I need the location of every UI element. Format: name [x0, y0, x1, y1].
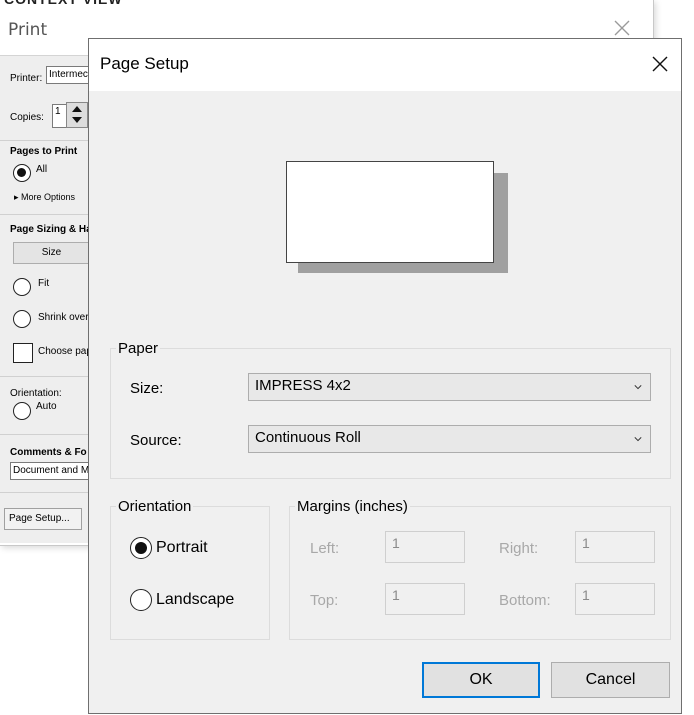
bottom-margin-input[interactable]: 1 [575, 583, 655, 615]
divider [0, 214, 90, 215]
print-top-strip: CONTEXT VIEW OPT [0, 0, 150, 8]
print-settings-panel: Printer: Intermec Copies: 1 Pages to Pri… [0, 55, 92, 543]
page-sizing-header: Page Sizing & Ha [10, 224, 92, 235]
paper-group-label: Paper [116, 340, 161, 357]
paper-size-value: IMPRESS 4x2 [255, 377, 351, 394]
dialog-title: Page Setup [100, 54, 189, 73]
top-margin-input[interactable]: 1 [385, 583, 465, 615]
chevron-down-icon [634, 437, 642, 442]
paper-size-select[interactable]: IMPRESS 4x2 [248, 373, 651, 401]
cancel-button[interactable]: Cancel [551, 662, 670, 698]
copies-label: Copies: [10, 112, 44, 123]
orientation-group-label: Orientation [116, 498, 194, 515]
landscape-label: Landscape [156, 591, 235, 608]
left-margin-label: Left: [310, 540, 340, 557]
divider [0, 434, 90, 435]
right-margin-label: Right: [499, 540, 539, 557]
size-label: Size: [130, 380, 164, 397]
divider [0, 492, 90, 493]
fit-radio[interactable] [13, 278, 31, 296]
left-margin-input[interactable]: 1 [385, 531, 465, 563]
print-dialog-title: Print [8, 20, 48, 40]
printer-label: Printer: [10, 73, 43, 84]
shrink-radio[interactable] [13, 310, 31, 328]
paper-source-select[interactable]: Continuous Roll [248, 425, 651, 453]
divider [0, 140, 90, 141]
pages-to-print-header: Pages to Print [10, 146, 78, 157]
orientation-group [110, 506, 270, 640]
chevron-down-icon [634, 385, 642, 390]
all-pages-radio[interactable] [13, 164, 31, 182]
paper-group [110, 348, 671, 479]
margins-group-label: Margins (inches) [295, 498, 410, 515]
title-bar: Page Setup [89, 39, 681, 91]
landscape-radio[interactable] [130, 589, 152, 611]
comments-select[interactable]: Document and M [10, 462, 90, 480]
auto-orientation-radio[interactable] [13, 402, 31, 420]
page-setup-dialog: Page Setup Paper Size: IMPRESS 4x2 Sourc… [88, 38, 682, 714]
page-setup-button[interactable]: Page Setup... [4, 508, 82, 530]
all-pages-label: All [36, 164, 48, 175]
size-button[interactable]: Size [13, 242, 90, 264]
print-top-strip-text: CONTEXT VIEW OPT [4, 0, 150, 8]
margins-group [289, 506, 671, 640]
fit-label: Fit [38, 278, 50, 289]
top-margin-label: Top: [310, 592, 339, 609]
bottom-margin-label: Bottom: [499, 592, 551, 609]
right-margin-input[interactable]: 1 [575, 531, 655, 563]
close-icon[interactable] [649, 53, 671, 75]
comments-header: Comments & Fo [10, 447, 87, 458]
copies-stepper[interactable] [66, 102, 88, 128]
more-options-toggle[interactable]: ▸ More Options [14, 192, 75, 203]
choose-paper-label: Choose pap [38, 346, 92, 357]
auto-orientation-label: Auto [36, 401, 57, 412]
portrait-radio[interactable] [130, 537, 152, 559]
paper-source-value: Continuous Roll [255, 429, 361, 446]
ok-button[interactable]: OK [422, 662, 540, 698]
portrait-label: Portrait [156, 539, 208, 556]
divider [0, 376, 90, 377]
choose-paper-checkbox[interactable] [13, 343, 33, 363]
orientation-label: Orientation: [10, 388, 62, 399]
shrink-label: Shrink over [38, 312, 89, 323]
print-close-icon[interactable] [612, 18, 632, 38]
printer-select[interactable]: Intermec [46, 66, 90, 84]
source-label: Source: [130, 432, 182, 449]
paper-preview [286, 161, 494, 263]
